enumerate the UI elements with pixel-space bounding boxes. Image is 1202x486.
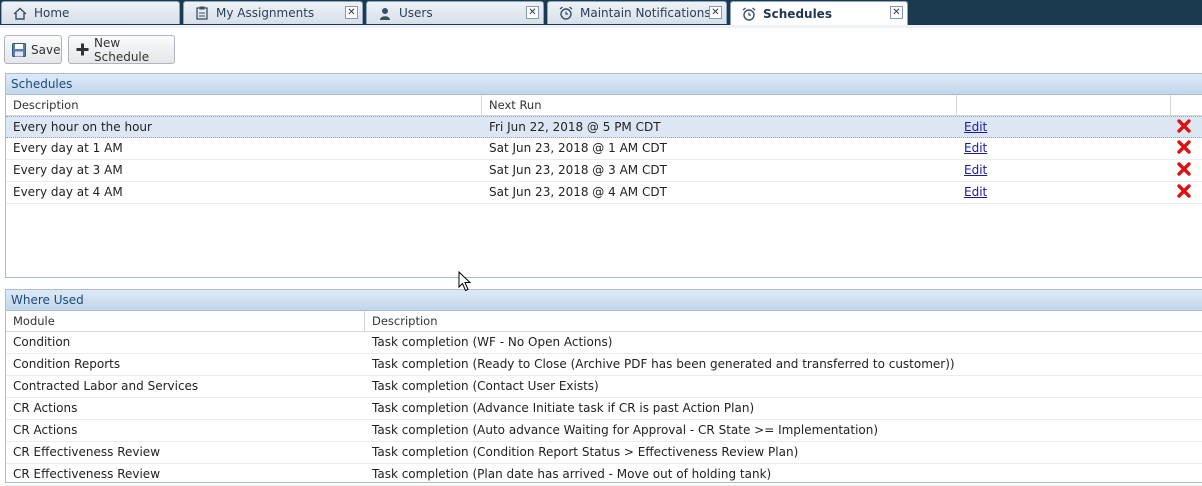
table-row[interactable]: Condition Reports Task completion (Ready …: [6, 354, 1202, 376]
column-header-description[interactable]: Description: [6, 95, 482, 115]
close-icon[interactable]: ✕: [709, 6, 722, 19]
schedule-next-run: Sat Jun 23, 2018 @ 4 AM CDT: [489, 185, 667, 199]
schedules-table-body: Every hour on the hour Fri Jun 22, 2018 @…: [6, 116, 1202, 204]
tab-label: Home: [34, 6, 70, 20]
column-header-description[interactable]: Description: [365, 311, 1202, 331]
where-used-table-body: Condition Task completion (WF - No Open A…: [6, 332, 1202, 486]
where-used-description: Task completion (Contact User Exists): [372, 379, 599, 393]
where-used-description: Task completion (Auto advance Waiting fo…: [372, 423, 879, 437]
schedule-description: Every day at 1 AM: [13, 141, 123, 155]
delete-icon[interactable]: [1177, 140, 1191, 160]
column-header-delete: [1171, 95, 1202, 115]
where-used-module: Condition Reports: [13, 357, 121, 371]
floppy-disk-icon: [12, 42, 26, 57]
save-button-label: Save: [31, 42, 61, 57]
schedule-next-run: Sat Jun 23, 2018 @ 3 AM CDT: [489, 163, 667, 177]
delete-icon[interactable]: [1177, 184, 1191, 204]
alarm-clock-icon: [558, 5, 574, 21]
table-row[interactable]: Every day at 3 AM Sat Jun 23, 2018 @ 3 AM…: [6, 160, 1202, 182]
table-row[interactable]: Condition Task completion (WF - No Open A…: [6, 332, 1202, 354]
delete-icon[interactable]: [1177, 119, 1191, 139]
tab-label: Schedules: [763, 6, 832, 21]
close-icon[interactable]: ✕: [345, 6, 358, 19]
edit-link[interactable]: Edit: [957, 182, 987, 202]
edit-link[interactable]: Edit: [957, 138, 987, 158]
table-row[interactable]: CR Actions Task completion (Auto advance …: [6, 420, 1202, 442]
where-used-module: CR Effectiveness Review: [13, 445, 161, 459]
tab-label: My Assignments: [216, 6, 315, 20]
edit-link[interactable]: Edit: [957, 117, 987, 137]
schedule-next-run: Sat Jun 23, 2018 @ 1 AM CDT: [489, 141, 667, 155]
where-used-description: Task completion (Condition Report Status…: [372, 445, 799, 459]
where-used-description: Task completion (Plan date has arrived -…: [372, 467, 772, 481]
where-used-panel-title: Where Used: [6, 290, 1202, 311]
tab-content-border: [0, 25, 1202, 28]
where-used-module: CR Actions: [13, 401, 78, 415]
plus-icon: [76, 43, 89, 56]
schedules-panel-title: Schedules: [6, 74, 1202, 95]
where-used-module: Contracted Labor and Services: [13, 379, 199, 393]
table-row[interactable]: Every hour on the hour Fri Jun 22, 2018 @…: [6, 116, 1202, 138]
new-schedule-button[interactable]: New Schedule: [68, 35, 175, 64]
table-row[interactable]: CR Effectiveness Review Task completion (…: [6, 442, 1202, 464]
column-header-next-run[interactable]: Next Run: [482, 95, 957, 115]
tab-users[interactable]: Users ✕: [366, 1, 544, 24]
where-used-description: Task completion (Advance Initiate task i…: [372, 401, 755, 415]
tab-maintain-notifications[interactable]: Maintain Notifications ✕: [547, 1, 727, 24]
delete-icon[interactable]: [1177, 162, 1191, 182]
schedule-description: Every day at 3 AM: [13, 163, 123, 177]
where-used-module: Condition: [13, 335, 71, 349]
table-row[interactable]: Every day at 1 AM Sat Jun 23, 2018 @ 1 AM…: [6, 138, 1202, 160]
close-icon[interactable]: ✕: [890, 6, 903, 19]
clipboard-icon: [194, 5, 210, 21]
home-icon: [12, 5, 28, 21]
save-button[interactable]: Save: [4, 35, 62, 64]
mouse-cursor-icon: [458, 270, 472, 295]
where-used-description: Task completion (WF - No Open Actions): [372, 335, 613, 349]
where-used-module: CR Actions: [13, 423, 78, 437]
schedule-description: Every hour on the hour: [13, 120, 152, 134]
tab-my-assignments[interactable]: My Assignments ✕: [183, 1, 363, 24]
user-icon: [377, 5, 393, 21]
tab-schedules[interactable]: Schedules ✕: [730, 1, 908, 25]
schedules-panel: Schedules Description Next Run Every hou…: [5, 73, 1202, 278]
alarm-clock-icon: [741, 6, 757, 22]
schedules-column-headers: Description Next Run: [6, 95, 1202, 116]
where-used-column-headers: Module Description: [6, 311, 1202, 332]
table-row[interactable]: Every day at 4 AM Sat Jun 23, 2018 @ 4 AM…: [6, 182, 1202, 204]
tab-label: Maintain Notifications: [580, 6, 711, 20]
where-used-description: Task completion (Ready to Close (Archive…: [372, 357, 955, 371]
where-used-panel: Where Used Module Description Condition T…: [5, 289, 1202, 486]
where-used-module: CR Effectiveness Review: [13, 467, 161, 481]
schedule-description: Every day at 4 AM: [13, 185, 123, 199]
close-icon[interactable]: ✕: [526, 6, 539, 19]
new-schedule-button-label: New Schedule: [94, 35, 150, 64]
column-header-edit: [957, 95, 1171, 115]
tab-bar: Home My Assignments ✕ Users ✕ Maintain N…: [0, 0, 1202, 25]
schedule-next-run: Fri Jun 22, 2018 @ 5 PM CDT: [489, 120, 661, 134]
column-header-module[interactable]: Module: [6, 311, 365, 331]
table-row[interactable]: CR Actions Task completion (Advance Initi…: [6, 398, 1202, 420]
edit-link[interactable]: Edit: [957, 160, 987, 180]
tab-label: Users: [399, 6, 433, 20]
tab-home[interactable]: Home: [1, 1, 180, 24]
table-row[interactable]: Contracted Labor and Services Task comple…: [6, 376, 1202, 398]
